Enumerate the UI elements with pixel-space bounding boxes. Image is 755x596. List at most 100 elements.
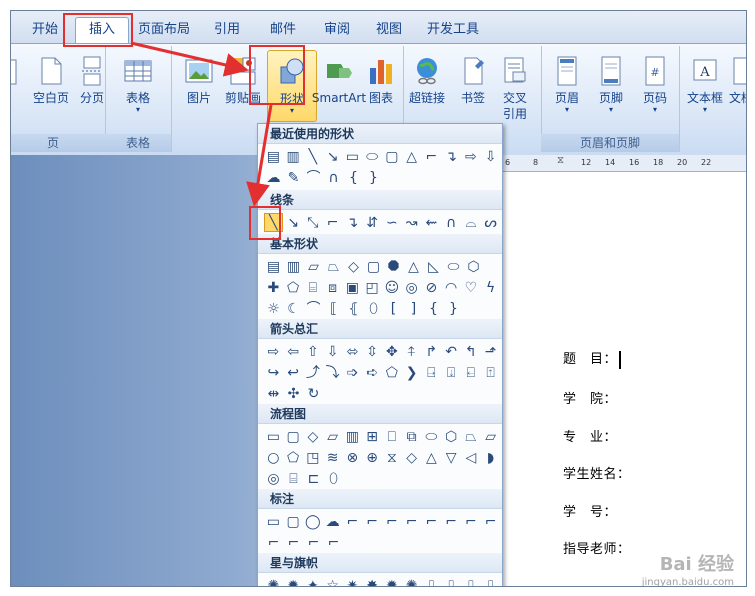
sun-shape-icon[interactable]: ☼ bbox=[264, 299, 283, 318]
curved-up-ribbon-shape-icon[interactable]: ⎍ bbox=[462, 576, 481, 587]
line-callout-3-shape-icon[interactable]: ⌐ bbox=[383, 512, 402, 531]
right-arrow-shape-icon[interactable]: ⇨ bbox=[462, 147, 481, 166]
process-shape-icon[interactable]: ▭ bbox=[264, 427, 283, 446]
down-arrow-shape-icon[interactable]: ⇩ bbox=[481, 147, 500, 166]
bracket-pair-shape-icon[interactable]: ⟦ bbox=[324, 299, 343, 318]
elbow-arrow-connector-shape-icon[interactable]: ↴ bbox=[343, 213, 362, 232]
line-callout-2-shape-icon[interactable]: ⌐ bbox=[363, 512, 382, 531]
line-callout-9-shape-icon[interactable]: ⌐ bbox=[264, 533, 283, 552]
left-brace-shape-icon[interactable]: { bbox=[424, 299, 443, 318]
stored-data-shape-icon[interactable]: ◁ bbox=[462, 448, 481, 467]
24-point-star-shape-icon[interactable]: ✹ bbox=[383, 576, 402, 587]
internal-storage-shape-icon[interactable]: ⊞ bbox=[363, 427, 382, 446]
rounded-rectangular-callout-shape-icon[interactable]: ▢ bbox=[284, 512, 303, 531]
freeform-shape-icon[interactable]: ✎ bbox=[284, 168, 303, 187]
smiley-shape-icon[interactable]: ☺ bbox=[383, 278, 402, 297]
cover-page-button[interactable] bbox=[11, 50, 19, 130]
card-shape-icon[interactable]: ◳ bbox=[304, 448, 323, 467]
right-triangle-shape-icon[interactable]: ◺ bbox=[424, 257, 443, 276]
chevron-shape-icon[interactable]: ❯ bbox=[402, 363, 421, 382]
right-brace-shape-icon[interactable]: } bbox=[364, 168, 383, 187]
curved-up-arrow-shape-icon[interactable]: ⤴ bbox=[304, 363, 323, 382]
hyperlink-button[interactable]: 超链接 bbox=[403, 50, 451, 130]
block-arc-shape-icon[interactable]: ◠ bbox=[442, 278, 461, 297]
donut-shape-icon[interactable]: ◎ bbox=[402, 278, 421, 297]
up-down-arrow-shape-icon[interactable]: ⇳ bbox=[363, 342, 382, 361]
terminator-shape-icon[interactable]: ⬭ bbox=[422, 427, 441, 446]
left-arrow-shape-icon[interactable]: ⇦ bbox=[284, 342, 303, 361]
right-brace-shape-icon[interactable]: } bbox=[444, 299, 463, 318]
triangle-shape-icon[interactable]: △ bbox=[402, 147, 421, 166]
picture-button[interactable]: 图片 bbox=[175, 50, 223, 130]
line-shape-icon[interactable]: ╲ bbox=[304, 147, 323, 166]
document-page[interactable]: 题 目： 学 院： 专 业： 学生姓名： 学 号： 指导老师： Bai 经验 j… bbox=[501, 172, 746, 586]
multidocument-shape-icon[interactable]: ⧉ bbox=[402, 427, 421, 446]
smartart-button[interactable]: SmartArt bbox=[311, 50, 367, 130]
right-arrow-shape-icon[interactable]: ⇨ bbox=[264, 342, 283, 361]
heart-shape-icon[interactable]: ♡ bbox=[462, 278, 481, 297]
8-point-star-shape-icon[interactable]: ✷ bbox=[343, 576, 362, 587]
text-box-shape-icon[interactable]: ▤ bbox=[264, 147, 283, 166]
arrow-line-shape-icon[interactable]: ↘ bbox=[323, 147, 342, 166]
curved-left-arrow-shape-icon[interactable]: ↩ bbox=[284, 363, 303, 382]
summing-junction-shape-icon[interactable]: ⊗ bbox=[343, 448, 362, 467]
tab-references[interactable]: 引用 bbox=[207, 19, 247, 41]
left-right-up-arrow-shape-icon[interactable]: ⍏ bbox=[402, 342, 421, 361]
oval-callout-shape-icon[interactable]: ◯ bbox=[304, 512, 323, 531]
plaque-shape-icon[interactable]: ⬯ bbox=[364, 299, 383, 318]
no-symbol-shape-icon[interactable]: ⊘ bbox=[422, 278, 441, 297]
brace-pair-shape-icon[interactable]: ⦃ bbox=[344, 299, 363, 318]
display-shape-icon[interactable]: ⬯ bbox=[324, 469, 343, 488]
tab-page-layout[interactable]: 页面布局 bbox=[135, 19, 193, 41]
double-arrow-shape-icon[interactable]: ⤡ bbox=[304, 213, 323, 232]
left-arrow-callout-shape-icon[interactable]: ⍇ bbox=[462, 363, 481, 382]
left-brace-shape-icon[interactable]: { bbox=[344, 168, 363, 187]
line-callout-4-shape-icon[interactable]: ⌐ bbox=[402, 512, 421, 531]
curve-shape-icon[interactable]: ∩ bbox=[442, 213, 461, 232]
striped-right-arrow-shape-icon[interactable]: ➩ bbox=[343, 363, 362, 382]
pentagon-shape-icon[interactable]: ⬠ bbox=[284, 278, 303, 297]
32-point-star-shape-icon[interactable]: ✺ bbox=[402, 576, 421, 587]
diamond-shape-icon[interactable]: ◇ bbox=[344, 257, 363, 276]
elbow-double-arrow-connector-shape-icon[interactable]: ⇵ bbox=[363, 213, 382, 232]
curved-down-arrow-shape-icon[interactable]: ⤵ bbox=[323, 363, 342, 382]
elbow-connector-shape-icon[interactable]: ⌐ bbox=[323, 213, 342, 232]
rounded-rectangle-shape-icon[interactable]: ▢ bbox=[383, 147, 402, 166]
rectangular-callout-shape-icon[interactable]: ▭ bbox=[264, 512, 283, 531]
curved-double-arrow-connector-shape-icon[interactable]: ⇜ bbox=[422, 213, 441, 232]
left-right-arrow-callout-shape-icon[interactable]: ⇹ bbox=[264, 384, 283, 403]
can-shape-icon[interactable]: ⌸ bbox=[304, 278, 323, 297]
connector-shape-icon[interactable]: ○ bbox=[264, 448, 283, 467]
line-callout-1-shape-icon[interactable]: ⌐ bbox=[343, 512, 362, 531]
elbow-arrow-connector-shape-icon[interactable]: ↴ bbox=[442, 147, 461, 166]
quad-arrow-callout-shape-icon[interactable]: ✣ bbox=[284, 384, 303, 403]
octagon-shape-icon[interactable]: ⯃ bbox=[384, 257, 403, 276]
footer-button[interactable]: 页脚 ▾ bbox=[587, 50, 635, 130]
bookmark-button[interactable]: 书签 bbox=[449, 50, 497, 130]
pentagon-arrow-shape-icon[interactable]: ⬠ bbox=[383, 363, 402, 382]
curved-right-arrow-shape-icon[interactable]: ↪ bbox=[264, 363, 283, 382]
manual-operation-shape-icon[interactable]: ⏥ bbox=[481, 427, 500, 446]
bevel-shape-icon[interactable]: ▣ bbox=[343, 278, 362, 297]
alternate-process-shape-icon[interactable]: ▢ bbox=[284, 427, 303, 446]
16-point-star-shape-icon[interactable]: ✸ bbox=[363, 576, 382, 587]
line-callout-10-shape-icon[interactable]: ⌐ bbox=[284, 533, 303, 552]
off-page-connector-shape-icon[interactable]: ⬠ bbox=[284, 448, 303, 467]
explosion-1-shape-icon[interactable]: ✺ bbox=[264, 576, 283, 587]
up-arrow-shape-icon[interactable]: ⇧ bbox=[304, 342, 323, 361]
up-ribbon-shape-icon[interactable]: ⎍ bbox=[422, 576, 441, 587]
left-right-arrow-shape-icon[interactable]: ⬄ bbox=[343, 342, 362, 361]
arc-shape-icon[interactable]: ⌒ bbox=[304, 168, 323, 187]
trapezoid-shape-icon[interactable]: ⏢ bbox=[324, 257, 343, 276]
u-turn-arrow-shape-icon[interactable]: ↶ bbox=[442, 342, 461, 361]
cloud-shape-icon[interactable]: ☁ bbox=[264, 168, 283, 187]
vertical-text-box-shape-icon[interactable]: ▥ bbox=[284, 257, 303, 276]
page-number-button[interactable]: # 页码 ▾ bbox=[631, 50, 679, 130]
moon-shape-icon[interactable]: ☾ bbox=[284, 299, 303, 318]
explosion-2-shape-icon[interactable]: ✹ bbox=[284, 576, 303, 587]
line-callout-11-shape-icon[interactable]: ⌐ bbox=[304, 533, 323, 552]
tab-home[interactable]: 开始 bbox=[25, 19, 65, 41]
tab-mailings[interactable]: 邮件 bbox=[263, 19, 303, 41]
freeform-shape-icon[interactable]: ⌓ bbox=[462, 213, 481, 232]
merge-shape-icon[interactable]: ▽ bbox=[442, 448, 461, 467]
